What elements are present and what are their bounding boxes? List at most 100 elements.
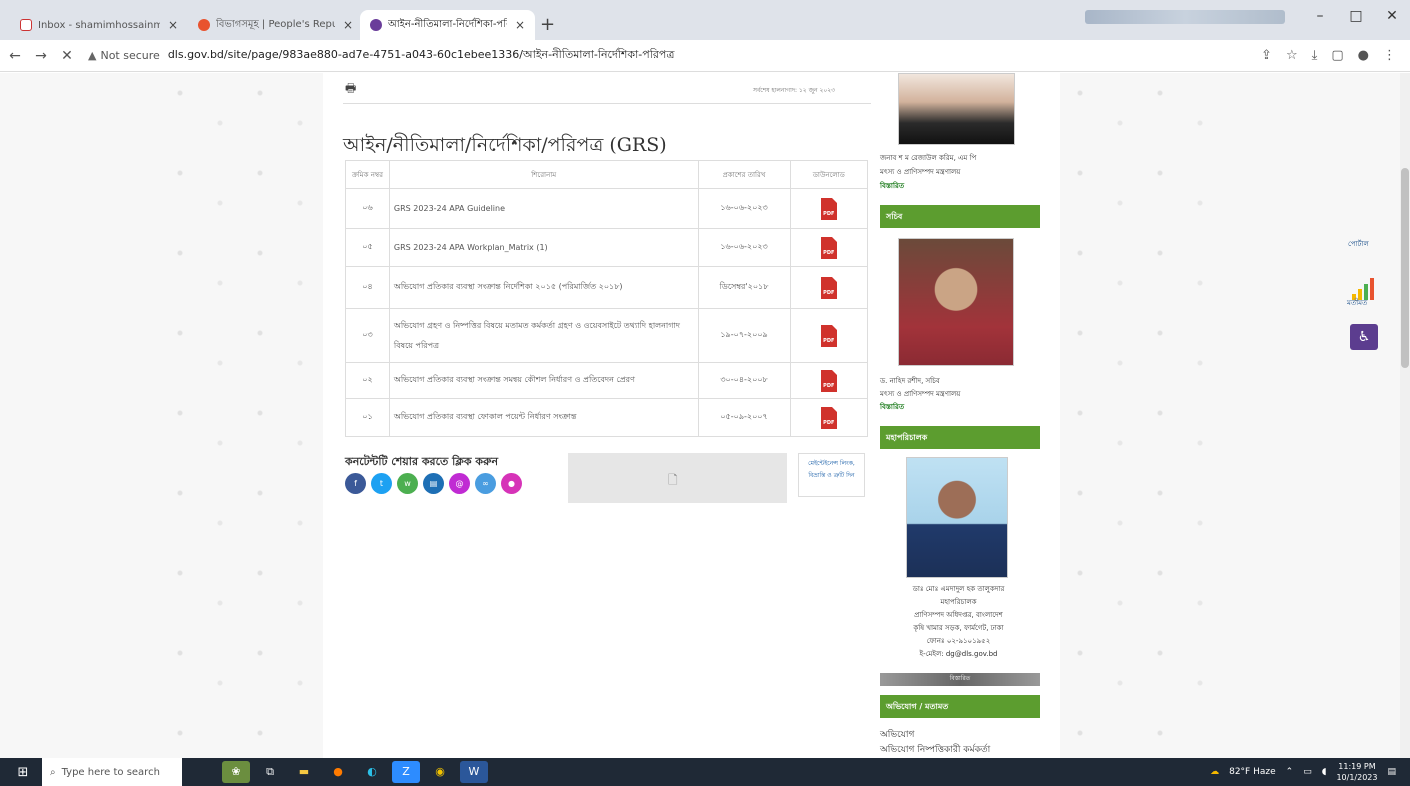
decorative-pattern-right bbox=[1060, 73, 1220, 758]
pdf-download-icon[interactable]: PDF bbox=[820, 369, 837, 392]
taskbar-search[interactable]: ⌕ Type here to search bbox=[42, 758, 182, 786]
embedded-content-box: 🗋 bbox=[568, 453, 787, 503]
pdf-download-icon[interactable]: PDF bbox=[820, 276, 837, 299]
url-field[interactable]: ▲ Not secure dls.gov.bd/site/page/983ae8… bbox=[88, 46, 674, 65]
firefox-icon[interactable]: ● bbox=[324, 761, 352, 783]
table-row: ০৫ GRS 2023-24 APA Workplan_Matrix (1) ১… bbox=[345, 228, 869, 267]
url-text[interactable]: dls.gov.bd/site/page/983ae880-ad7e-4751-… bbox=[168, 46, 675, 65]
tab-departments[interactable]: বিভাগসমূহ | People's Republic o × bbox=[188, 10, 363, 40]
portal-label[interactable]: পোর্টাল bbox=[1348, 238, 1369, 250]
link-icon[interactable]: ∞ bbox=[475, 473, 496, 494]
col-title: শিরোনাম bbox=[388, 160, 699, 189]
print-icon[interactable]: ● bbox=[501, 473, 522, 494]
divider bbox=[343, 103, 871, 104]
table-row: ০৩ অভিযোগ গ্রহণ ও নিষ্পত্তির বিষয়ে মতাম… bbox=[345, 308, 869, 363]
close-tab-icon[interactable]: × bbox=[168, 18, 178, 32]
windows-taskbar: ⊞ ⌕ Type here to search ❀ ⧉ ▬ ● ◐ Z ◉ W … bbox=[0, 758, 1410, 786]
download-icon[interactable]: ⤓ bbox=[1312, 48, 1318, 63]
feedback-label[interactable]: মতামত bbox=[1347, 297, 1367, 309]
complaint-officer-link[interactable]: অভিযোগ নিষ্পত্তিকারী কর্মকর্তা bbox=[880, 743, 990, 758]
share-icons: f t w ▤ @ ∞ ● bbox=[345, 473, 522, 494]
taskbar-apps: ❀ ⧉ ▬ ● ◐ Z ◉ W bbox=[222, 761, 488, 783]
new-tab-button[interactable]: + bbox=[540, 14, 555, 35]
security-label: Not secure bbox=[100, 49, 160, 62]
dg-title: মহাপরিচালক bbox=[940, 598, 977, 606]
zoom-icon[interactable]: Z bbox=[392, 761, 420, 783]
windows-start-icon[interactable]: ⊞ bbox=[8, 758, 38, 786]
web-page: 🖶 সর্বশেষ হালনাগাদ: ১২ জুন ২০২৩ আইন/নীতি… bbox=[0, 73, 1400, 758]
scrollbar-thumb[interactable] bbox=[1401, 168, 1409, 368]
back-icon[interactable]: ← bbox=[4, 48, 26, 64]
table-row: ০২ অভিযোগ প্রতিকার ব্যবস্থা সংক্রান্ত সম… bbox=[345, 362, 869, 399]
sidepanel-icon[interactable]: ▢ bbox=[1331, 48, 1343, 63]
share-icon[interactable]: ⇪ bbox=[1261, 48, 1272, 63]
profile-icon[interactable]: ● bbox=[1358, 48, 1369, 63]
twitter-icon[interactable]: t bbox=[371, 473, 392, 494]
tab-gmail[interactable]: Inbox - shamimhossainmsf@gm × bbox=[10, 10, 188, 40]
minimize-button[interactable]: – bbox=[1302, 8, 1338, 24]
accessibility-button[interactable]: ♿ bbox=[1350, 324, 1378, 350]
dg-address: কৃষি খামার সড়ক, ফার্মগেট, ঢাকা bbox=[913, 624, 1004, 632]
facebook-icon[interactable]: f bbox=[345, 473, 366, 494]
print-icon[interactable]: 🖶 bbox=[345, 79, 356, 100]
network-icon[interactable]: ▭ bbox=[1303, 767, 1312, 777]
secretary-heading: সচিব bbox=[880, 205, 1040, 228]
document-icon: 🗋 bbox=[668, 473, 678, 487]
notifications-icon[interactable]: ▤ bbox=[1387, 767, 1396, 777]
gmail-icon bbox=[20, 19, 32, 31]
pdf-download-icon[interactable]: PDF bbox=[820, 324, 837, 347]
dg-office: প্রাণিসম্পদ অধিদপ্তর, বাংলাদেশ bbox=[914, 611, 1003, 619]
main-content: 🖶 সর্বশেষ হালনাগাদ: ১২ জুন ২০২৩ আইন/নীতি… bbox=[323, 73, 1060, 758]
close-tab-icon[interactable]: × bbox=[515, 18, 525, 32]
word-icon[interactable]: W bbox=[460, 761, 488, 783]
weather-text[interactable]: 82°F Haze bbox=[1229, 767, 1276, 777]
complaint-links: অভিযোগ অভিযোগ নিষ্পত্তিকারী কর্মকর্তা bbox=[880, 728, 990, 758]
complaint-link[interactable]: অভিযোগ bbox=[880, 728, 990, 743]
widget-icon[interactable]: ❀ bbox=[222, 761, 250, 783]
tab-current-page[interactable]: আইন-নীতিমালা-নির্দেশিকা-পরিপ × bbox=[360, 10, 535, 40]
window-controls: – □ ✕ bbox=[1302, 8, 1410, 24]
feedback-link[interactable]: মেইন্টেইনেন্স লিংক, বিভ্রান্তি ও ত্রুটি … bbox=[798, 453, 865, 497]
col-date: প্রকাশের তারিখ bbox=[697, 160, 791, 189]
pdf-download-icon[interactable]: PDF bbox=[820, 406, 837, 429]
dg-details-link[interactable]: বিস্তারিত bbox=[880, 673, 1040, 686]
file-explorer-icon[interactable]: ▬ bbox=[290, 761, 318, 783]
page-title: আইন/নীতিমালা/নির্দেশিকা/পরিপত্র (GRS) bbox=[343, 134, 667, 156]
minister-details-link[interactable]: বিস্তারিত bbox=[880, 180, 904, 192]
secretary-name: ড. নাহিদ রশীদ, সচিব bbox=[880, 377, 940, 385]
secretary-details-link[interactable]: বিস্তারিত bbox=[880, 401, 904, 413]
table-header-row: ক্রমিক নম্বর শিরোনাম প্রকাশের তারিখ ডাউন… bbox=[345, 160, 869, 189]
col-serial: ক্রমিক নম্বর bbox=[345, 160, 390, 189]
maximize-button[interactable]: □ bbox=[1338, 8, 1374, 24]
whatsapp-icon[interactable]: w bbox=[397, 473, 418, 494]
menu-icon[interactable]: ⋮ bbox=[1383, 48, 1396, 63]
page-scrollbar[interactable] bbox=[1400, 73, 1410, 758]
search-placeholder: Type here to search bbox=[61, 766, 160, 778]
secretary-photo bbox=[898, 238, 1014, 366]
email-icon[interactable]: @ bbox=[449, 473, 470, 494]
close-tab-icon[interactable]: × bbox=[343, 18, 353, 32]
dg-email[interactable]: ই-মেইল: dg@dls.gov.bd bbox=[876, 648, 1041, 661]
task-view-icon[interactable]: ⧉ bbox=[256, 761, 284, 783]
pdf-download-icon[interactable]: PDF bbox=[820, 197, 837, 220]
dg-heading: মহাপরিচালক bbox=[880, 426, 1040, 449]
sms-icon[interactable]: ▤ bbox=[423, 473, 444, 494]
bookmark-star-icon[interactable]: ☆ bbox=[1286, 48, 1298, 63]
extension-strip bbox=[1085, 10, 1285, 24]
edge-icon[interactable]: ◐ bbox=[358, 761, 386, 783]
tray-arrow-icon[interactable]: ⌃ bbox=[1286, 767, 1294, 777]
volume-icon[interactable]: ◖ bbox=[1322, 767, 1327, 777]
search-icon: ⌕ bbox=[50, 766, 56, 778]
chrome-icon[interactable]: ◉ bbox=[426, 761, 454, 783]
complaint-heading: অভিযোগ / মতামত bbox=[880, 695, 1040, 718]
dg-phone: ফোনঃ ০২-৯১০১৯৫২ bbox=[926, 637, 991, 645]
weather-icon: ☁ bbox=[1210, 767, 1220, 777]
dg-photo bbox=[906, 457, 1008, 578]
decorative-pattern-left bbox=[160, 73, 320, 758]
close-window-button[interactable]: ✕ bbox=[1374, 8, 1410, 24]
secretary-ministry: মৎস্য ও প্রাণিসম্পদ মন্ত্রণালয় bbox=[880, 390, 961, 398]
clock[interactable]: 11:19 PM 10/1/2023 bbox=[1336, 761, 1377, 783]
pdf-download-icon[interactable]: PDF bbox=[820, 236, 837, 259]
stop-icon[interactable]: ✕ bbox=[56, 48, 78, 64]
forward-icon[interactable]: → bbox=[30, 48, 52, 64]
